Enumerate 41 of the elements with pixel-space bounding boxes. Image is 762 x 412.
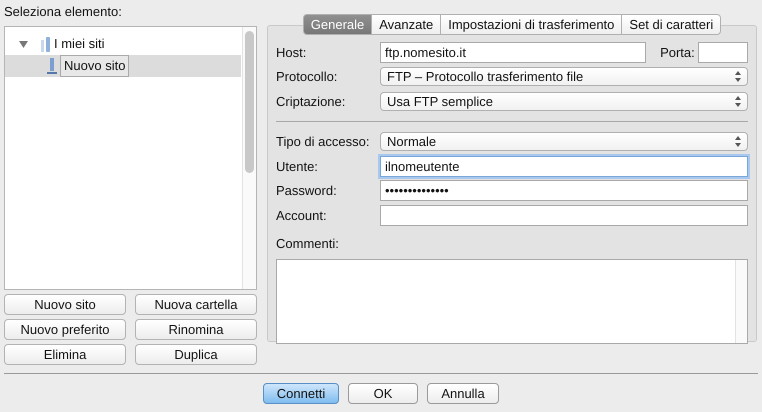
- field-label: Account:: [276, 206, 328, 224]
- stepper-arrows-icon: [735, 136, 741, 148]
- field-label: Host:: [276, 44, 308, 62]
- button[interactable]: Nuova cartella: [135, 294, 257, 314]
- button[interactable]: Nuovo sito: [4, 294, 126, 314]
- tab[interactable]: Avanzate: [372, 14, 442, 35]
- folder-icon: [40, 36, 51, 52]
- input-field[interactable]: [380, 204, 748, 226]
- comments-field[interactable]: [276, 258, 748, 344]
- button[interactable]: OK: [348, 382, 418, 404]
- field-label: Commenti:: [276, 235, 340, 253]
- input-field[interactable]: ilnomeutente: [380, 156, 748, 177]
- field-label: Criptazione:: [276, 92, 346, 111]
- dropdown[interactable]: Usa FTP semplice: [380, 92, 748, 111]
- disclosure-triangle-icon: [19, 40, 28, 48]
- server-icon: [47, 58, 57, 74]
- field-label: Utente:: [276, 158, 319, 176]
- section-label: Seleziona elemento:: [4, 3, 123, 21]
- button[interactable]: Duplica: [135, 344, 257, 364]
- tab[interactable]: Set di caratteri: [622, 14, 722, 35]
- input-field[interactable]: ••••••••••••••: [380, 180, 748, 202]
- field-label: Protocollo:: [276, 68, 338, 86]
- dropdown[interactable]: FTP – Protocollo trasferimento file: [380, 67, 748, 86]
- tab[interactable]: Generale: [302, 14, 372, 35]
- button[interactable]: Elimina: [4, 344, 126, 364]
- stepper-arrows-icon: [735, 71, 741, 82]
- tab[interactable]: Impostazioni di trasferimento: [441, 14, 622, 35]
- stepper-arrows-icon: [735, 96, 741, 107]
- button[interactable]: Connetti: [263, 382, 339, 404]
- tree-item[interactable]: Nuovo sito: [5, 55, 241, 77]
- button[interactable]: Nuovo preferito: [4, 318, 126, 340]
- tree-item[interactable]: I miei siti: [5, 33, 241, 55]
- scrollbar-thumb[interactable]: [245, 30, 254, 172]
- button[interactable]: Rinomina: [135, 318, 257, 340]
- field-label: Password:: [276, 182, 338, 200]
- dropdown[interactable]: Normale: [380, 132, 748, 152]
- port-field[interactable]: [698, 42, 748, 63]
- button[interactable]: Annulla: [427, 382, 499, 404]
- field-label: Porta:: [660, 44, 695, 62]
- input-field[interactable]: ftp.nomesito.it: [380, 42, 646, 63]
- field-label: Tipo di accesso:: [276, 133, 370, 151]
